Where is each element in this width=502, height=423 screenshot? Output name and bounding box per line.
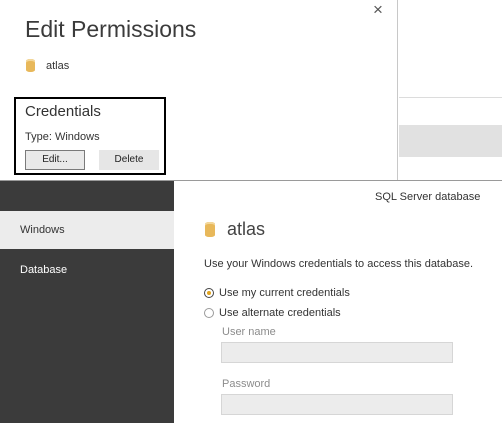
radio-label: Use my current credentials [219,287,350,299]
auth-sidebar: Windows Database [0,181,174,423]
password-input[interactable] [221,394,453,415]
sql-server-database-dialog: Windows Database SQL Server database atl… [0,180,502,423]
main-database-row: atlas [205,219,265,240]
main-database-name: atlas [227,219,266,239]
edit-button[interactable]: Edit... [25,150,85,170]
database-row: atlas [26,59,69,72]
username-label: User name [222,326,276,338]
radio-unchecked-icon[interactable] [204,308,214,318]
database-icon [26,59,35,72]
database-icon [205,222,215,237]
credentials-heading: Credentials [25,103,101,120]
close-icon[interactable]: × [370,1,386,18]
username-input[interactable] [221,342,453,363]
radio-label: Use alternate credentials [219,307,341,319]
delete-button[interactable]: Delete [99,150,159,170]
radio-checked-icon[interactable] [204,288,214,298]
radio-alternate-credentials[interactable]: Use alternate credentials [204,307,341,319]
radio-current-credentials[interactable]: Use my current credentials [204,287,350,299]
dialog-title: Edit Permissions [25,16,197,42]
background-divider [399,97,502,98]
database-name: atlas [46,59,70,72]
background-bar [399,125,502,157]
sidebar-item-database[interactable]: Database [0,251,174,289]
credentials-type: Type: Windows [25,131,100,143]
dialog-header: SQL Server database [375,191,481,203]
credentials-section: Credentials Type: Windows Edit... Delete [14,97,166,175]
password-label: Password [222,378,271,390]
sidebar-item-windows[interactable]: Windows [0,211,174,249]
description-text: Use your Windows credentials to access t… [204,258,474,270]
edit-permissions-dialog: Edit Permissions × atlas Credentials Typ… [0,0,398,180]
